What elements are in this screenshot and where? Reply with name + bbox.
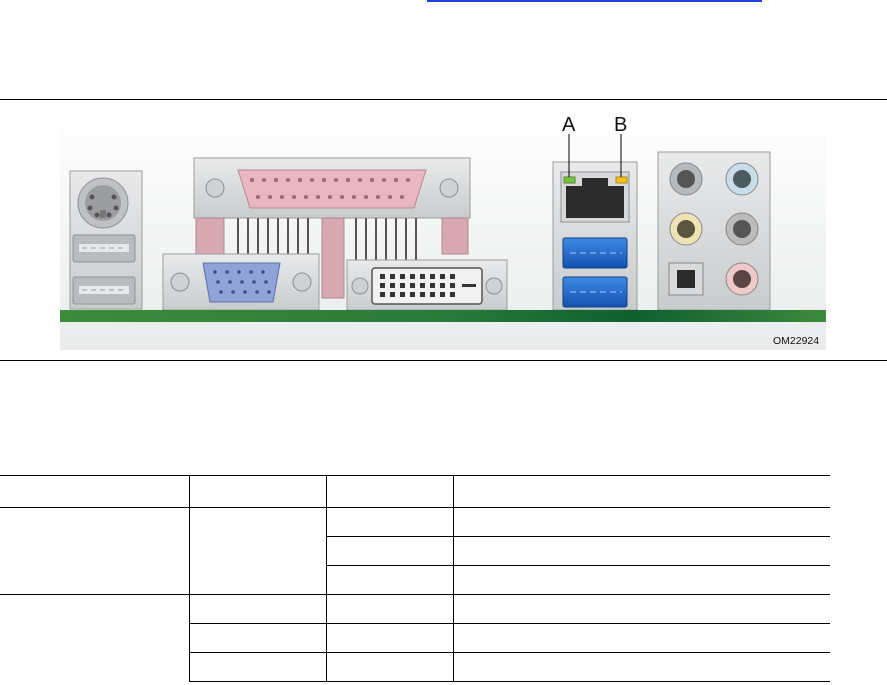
table-cell xyxy=(0,507,190,595)
table-cell xyxy=(326,623,454,653)
audio-jack-icon xyxy=(725,212,759,246)
usb2-port-icon xyxy=(72,276,136,305)
table-header-cell xyxy=(189,475,327,508)
table-row xyxy=(0,594,830,682)
ps2-port-icon xyxy=(77,177,129,229)
table-cell xyxy=(326,536,454,566)
usb3-port-icon xyxy=(562,237,628,269)
table-cell xyxy=(326,565,454,595)
table-row xyxy=(0,507,830,595)
audio-jack-icon xyxy=(669,162,703,196)
circuit-board-edge xyxy=(60,310,826,322)
callout-a: A xyxy=(562,114,576,136)
usb2-port-icon xyxy=(72,234,136,263)
vga-port-icon xyxy=(162,253,320,311)
table-cell xyxy=(453,594,830,624)
audio-jack-icon xyxy=(725,162,759,196)
table-cell xyxy=(326,594,454,624)
lan-usb3-stack xyxy=(552,161,638,311)
led-a-green xyxy=(563,176,576,184)
hyperlink-underline[interactable] xyxy=(427,0,762,2)
led-b-yellow xyxy=(615,176,628,184)
table-header-cell xyxy=(0,475,190,508)
table-cell xyxy=(453,652,830,682)
table-cell xyxy=(189,507,327,595)
table-cell xyxy=(453,536,830,566)
dvi-port-icon xyxy=(346,259,508,311)
table-cell xyxy=(0,594,190,682)
table-cell xyxy=(326,652,454,682)
table-header-row xyxy=(0,475,830,508)
audio-panel xyxy=(657,151,771,311)
table-cell xyxy=(189,594,327,624)
audio-jack-icon xyxy=(725,262,759,296)
back-panel-diagram: A B OM22924 xyxy=(60,108,826,350)
table-cell xyxy=(453,565,830,595)
table-cell xyxy=(453,507,830,537)
table-header-cell xyxy=(326,475,454,508)
table-cell xyxy=(453,623,830,653)
rj45-port-icon xyxy=(560,171,630,223)
table-cell xyxy=(326,507,454,537)
audio-jack-icon xyxy=(669,212,703,246)
spdif-port-icon xyxy=(668,262,704,296)
ps2-usb-stack xyxy=(69,170,143,310)
usb3-port-icon xyxy=(562,276,628,308)
drawing-code: OM22924 xyxy=(773,335,819,347)
table-header-cell xyxy=(453,475,830,508)
led-status-table xyxy=(0,475,830,682)
table-cell xyxy=(189,652,327,682)
table-cell xyxy=(189,623,327,653)
callout-b: B xyxy=(614,114,627,136)
